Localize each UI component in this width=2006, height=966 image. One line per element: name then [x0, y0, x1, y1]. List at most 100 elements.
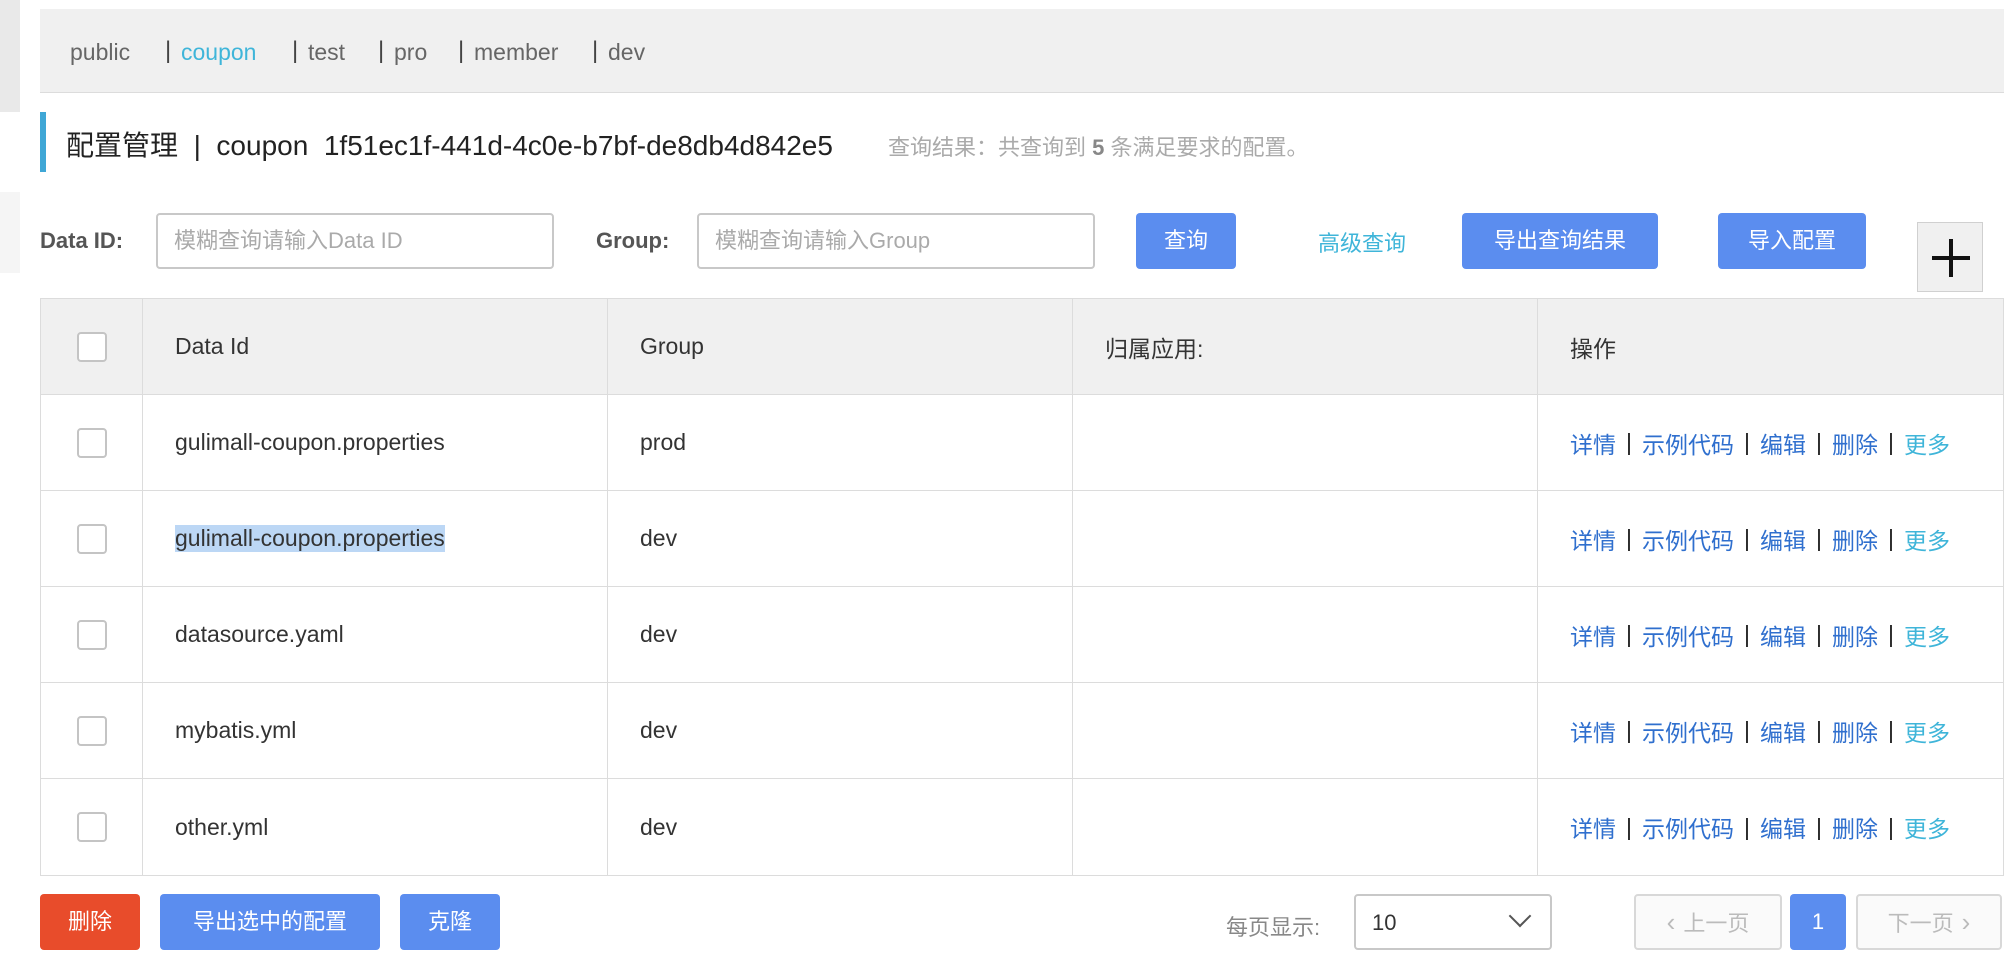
delete-link[interactable]: 删除 [1832, 618, 1878, 652]
row-actions: 详情 | 示例代码 | 编辑 | 删除 | 更多 [1570, 522, 1950, 556]
namespace-separator: | [378, 37, 385, 64]
sidebar-shade-mid [0, 192, 20, 273]
sample-code-link[interactable]: 示例代码 [1642, 714, 1734, 748]
row-checkbox[interactable] [76, 715, 107, 746]
edit-link[interactable]: 编辑 [1760, 522, 1806, 556]
namespace-coupon[interactable]: coupon [181, 39, 256, 66]
title-accent-bar [40, 112, 46, 172]
table-row: gulimall-coupon.properties dev 详情 | 示例代码 |… [41, 491, 2003, 587]
page-size-label: 每页显示: [1226, 915, 1321, 940]
namespace-public[interactable]: public [70, 39, 130, 66]
sample-code-link[interactable]: 示例代码 [1642, 522, 1734, 556]
table-row: gulimall-coupon.properties prod 详情 | 示例代码… [41, 395, 2003, 491]
namespace-separator: | [458, 37, 465, 64]
group-label: Group: [596, 228, 670, 253]
chevron-right-icon: › [1961, 906, 1971, 937]
row-data-id: gulimall-coupon.properties [175, 525, 445, 552]
row-checkbox[interactable] [76, 619, 107, 650]
delete-link[interactable]: 删除 [1832, 810, 1878, 844]
more-link[interactable]: 更多 [1904, 426, 1950, 460]
export-selected-button[interactable]: 导出选中的配置 [160, 894, 380, 950]
prev-page-label: 上一页 [1683, 911, 1750, 936]
row-group: dev [640, 813, 678, 840]
row-group: dev [640, 717, 678, 743]
row-actions: 详情 | 示例代码 | 编辑 | 删除 | 更多 [1570, 810, 1950, 844]
more-link[interactable]: 更多 [1904, 618, 1950, 652]
namespace-member[interactable]: member [474, 39, 558, 66]
sample-code-link[interactable]: 示例代码 [1642, 426, 1734, 460]
namespace-bar: public | coupon | test | pro | member | … [40, 9, 2004, 93]
row-group: dev [640, 525, 678, 551]
namespace-separator: | [165, 37, 172, 64]
header-checkbox-cell [41, 299, 143, 394]
query-result-summary: 查询结果：共查询到 5 条满足要求的配置。 [888, 135, 1309, 160]
namespace-test[interactable]: test [308, 39, 345, 66]
row-actions: 详情 | 示例代码 | 编辑 | 删除 | 更多 [1570, 714, 1950, 748]
add-config-plus-icon[interactable] [1917, 222, 1983, 292]
delete-link[interactable]: 删除 [1832, 426, 1878, 460]
detail-link[interactable]: 详情 [1570, 618, 1616, 652]
data-id-input[interactable] [156, 213, 554, 269]
edit-link[interactable]: 编辑 [1760, 618, 1806, 652]
page-1-button[interactable]: 1 [1790, 894, 1846, 950]
edit-link[interactable]: 编辑 [1760, 426, 1806, 460]
row-checkbox[interactable] [76, 812, 107, 842]
export-results-button[interactable]: 导出查询结果 [1462, 213, 1658, 269]
delete-link[interactable]: 删除 [1832, 522, 1878, 556]
table-row: other.yml dev 详情 | 示例代码 | 编辑 | 删除 | 更多 [41, 779, 2003, 875]
row-group: dev [640, 621, 678, 647]
more-link[interactable]: 更多 [1904, 714, 1950, 748]
detail-link[interactable]: 详情 [1570, 522, 1616, 556]
next-page-button[interactable]: 下一页 › [1856, 894, 2002, 950]
prev-page-button[interactable]: ‹ 上一页 [1634, 894, 1782, 950]
sample-code-link[interactable]: 示例代码 [1642, 618, 1734, 652]
header-data-id: Data Id [143, 299, 608, 394]
edit-link[interactable]: 编辑 [1760, 714, 1806, 748]
delete-selected-button[interactable]: 删除 [40, 894, 140, 950]
page-size-select[interactable]: 10 [1354, 894, 1552, 950]
select-all-checkbox[interactable] [76, 331, 107, 362]
query-button[interactable]: 查询 [1136, 213, 1236, 269]
title-namespace-name: coupon [216, 130, 309, 161]
row-actions: 详情 | 示例代码 | 编辑 | 删除 | 更多 [1570, 618, 1950, 652]
next-page-label: 下一页 [1887, 911, 1954, 936]
edit-link[interactable]: 编辑 [1760, 810, 1806, 844]
namespace-dev[interactable]: dev [608, 39, 645, 66]
namespace-separator: | [592, 37, 599, 64]
chevron-left-icon: ‹ [1666, 906, 1676, 937]
table-row: datasource.yaml dev 详情 | 示例代码 | 编辑 | 删除 | 更多 [41, 587, 2003, 683]
detail-link[interactable]: 详情 [1570, 810, 1616, 844]
header-group: Group [608, 299, 1073, 394]
page-title: 配置管理 | coupon 1f51ec1f-441d-4c0e-b7bf-de… [66, 124, 833, 164]
clone-button[interactable]: 克隆 [400, 894, 500, 950]
row-checkbox[interactable] [76, 427, 107, 458]
title-namespace-id: 1f51ec1f-441d-4c0e-b7bf-de8db4d842e5 [323, 130, 833, 161]
config-table: Data Id Group 归属应用: 操作 gulimall-coupon.p… [40, 298, 2004, 876]
sidebar-shade-top [0, 0, 20, 112]
row-data-id: other.yml [175, 813, 269, 840]
namespace-pro[interactable]: pro [394, 39, 427, 66]
advanced-query-link[interactable]: 高级查询 [1318, 226, 1406, 258]
detail-link[interactable]: 详情 [1570, 426, 1616, 460]
title-prefix: 配置管理 [66, 130, 179, 161]
delete-link[interactable]: 删除 [1832, 714, 1878, 748]
header-actions: 操作 [1570, 335, 1616, 362]
row-checkbox[interactable] [76, 523, 107, 554]
import-config-button[interactable]: 导入配置 [1718, 213, 1866, 269]
table-row: mybatis.yml dev 详情 | 示例代码 | 编辑 | 删除 | 更多 [41, 683, 2003, 779]
sample-code-link[interactable]: 示例代码 [1642, 810, 1734, 844]
result-count: 5 [1092, 135, 1105, 160]
row-actions: 详情 | 示例代码 | 编辑 | 删除 | 更多 [1570, 426, 1950, 460]
more-link[interactable]: 更多 [1904, 522, 1950, 556]
title-separator: | [193, 130, 201, 161]
row-group: prod [640, 429, 687, 455]
page-size-value: 10 [1372, 910, 1397, 935]
table-header-row: Data Id Group 归属应用: 操作 [41, 299, 2003, 395]
data-id-label: Data ID: [40, 228, 124, 253]
more-link[interactable]: 更多 [1904, 810, 1950, 844]
row-data-id: gulimall-coupon.properties [175, 429, 445, 455]
group-input[interactable] [697, 213, 1095, 269]
namespace-separator: | [292, 37, 299, 64]
row-data-id: datasource.yaml [175, 621, 344, 647]
detail-link[interactable]: 详情 [1570, 714, 1616, 748]
